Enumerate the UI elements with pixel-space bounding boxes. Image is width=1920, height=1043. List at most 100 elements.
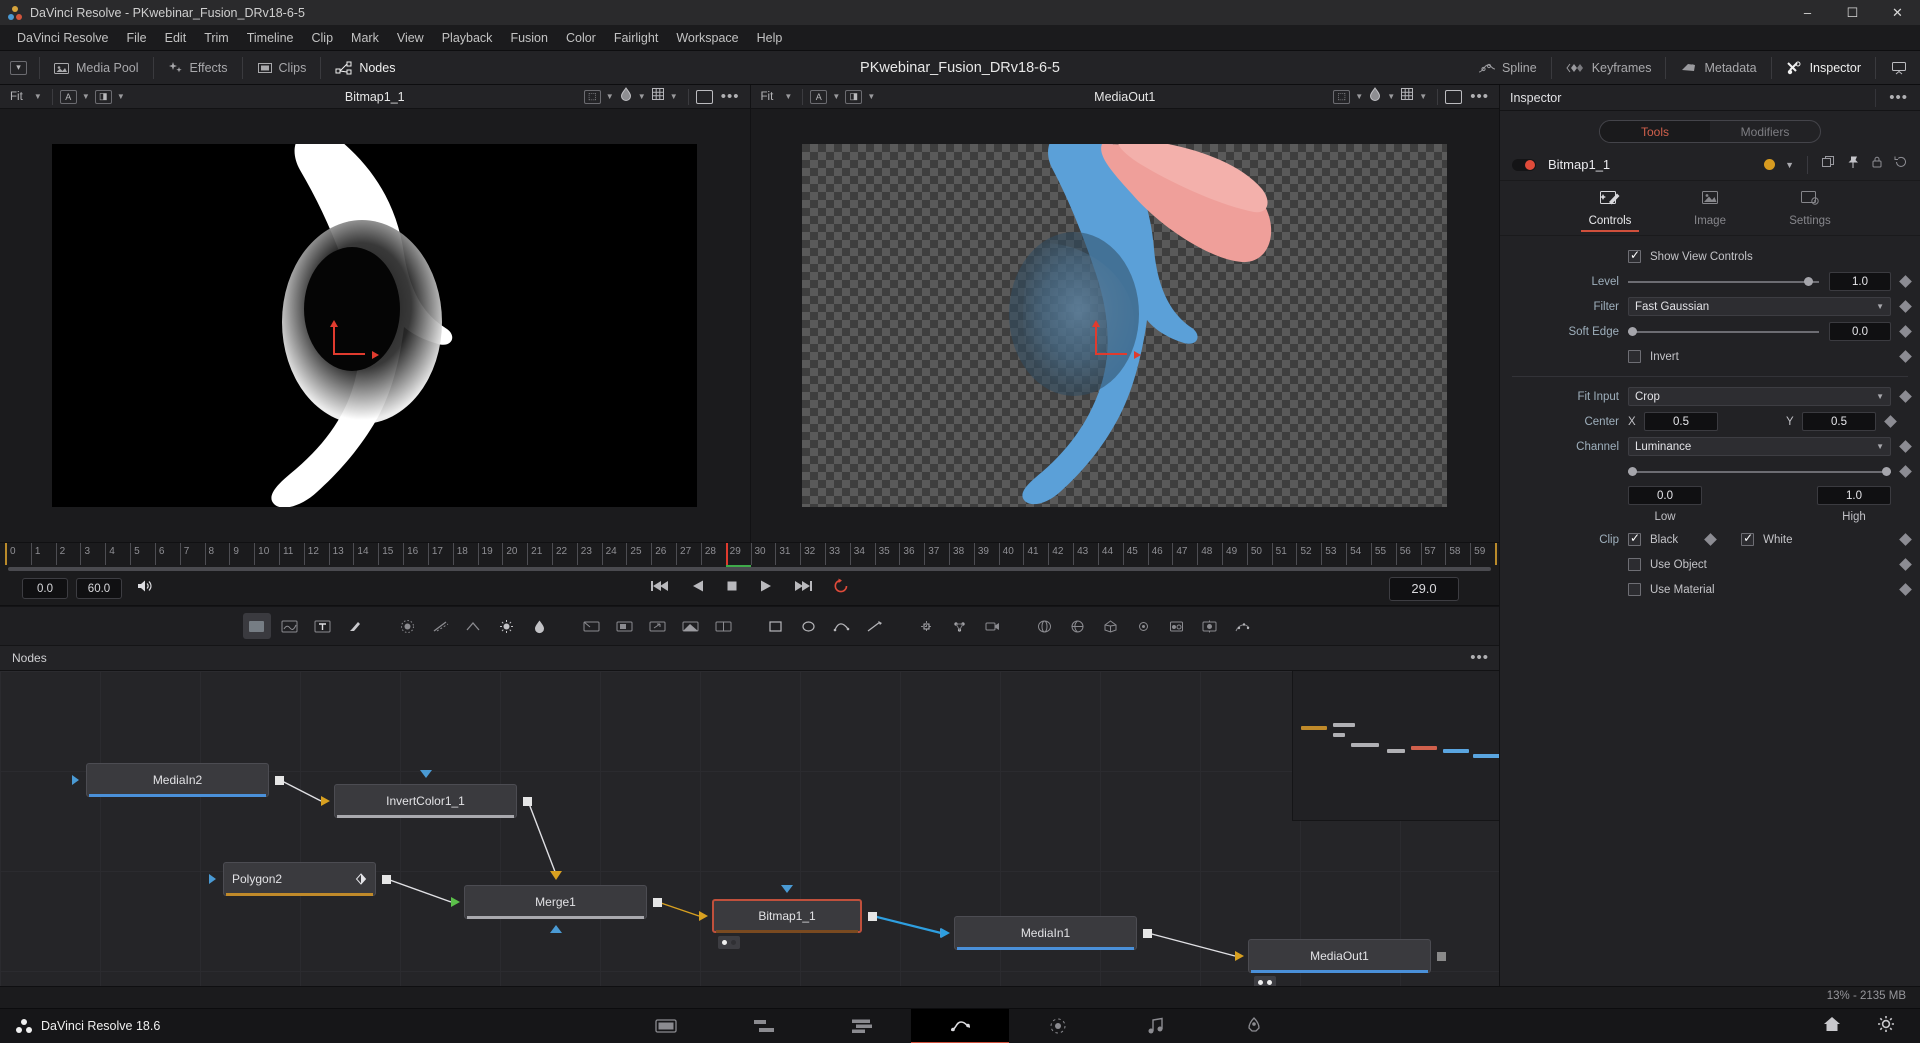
node-input-port[interactable] bbox=[209, 874, 216, 884]
tab-modifiers[interactable]: Modifiers bbox=[1710, 121, 1820, 142]
node-mask-input-port[interactable] bbox=[419, 770, 432, 778]
resize-tool-icon[interactable] bbox=[644, 613, 672, 639]
invert-keyframe-button[interactable] bbox=[1899, 350, 1912, 363]
range-low-value[interactable]: 0.0 bbox=[1628, 486, 1702, 505]
viewer-right-grid-icon[interactable] bbox=[1400, 87, 1414, 106]
ellipse-mask-tool-icon[interactable] bbox=[795, 613, 823, 639]
spline-button[interactable]: Spline bbox=[1466, 51, 1549, 84]
node-input-port[interactable] bbox=[72, 775, 79, 785]
use-material-keyframe-button[interactable] bbox=[1899, 583, 1912, 596]
chevron-down-icon[interactable]: ▼ bbox=[1785, 160, 1794, 170]
viewer-right-fullscreen-icon[interactable] bbox=[1445, 89, 1463, 104]
node-viewer-assign-badge[interactable] bbox=[718, 936, 740, 949]
range-keyframe-button[interactable] bbox=[1899, 465, 1912, 478]
paint-tool-icon[interactable] bbox=[342, 613, 370, 639]
nodes-button[interactable]: Nodes bbox=[323, 51, 407, 84]
menu-mark[interactable]: Mark bbox=[342, 28, 388, 48]
metadata-button[interactable]: Metadata bbox=[1668, 51, 1768, 84]
clip-white-checkbox[interactable] bbox=[1741, 531, 1755, 546]
node-output-port[interactable] bbox=[1143, 929, 1152, 938]
color-page-button[interactable] bbox=[1009, 1009, 1107, 1043]
jump-to-end-button[interactable] bbox=[792, 579, 814, 598]
fast-noise-tool-icon[interactable] bbox=[276, 613, 304, 639]
media-page-button[interactable] bbox=[617, 1009, 715, 1043]
node-invertcolor1_1[interactable]: InvertColor1_1 bbox=[334, 784, 517, 818]
lock-icon[interactable] bbox=[1870, 155, 1884, 174]
inspector-button[interactable]: Inspector bbox=[1774, 51, 1873, 84]
shape-3d-tool-icon[interactable] bbox=[1064, 613, 1092, 639]
soft-edge-slider[interactable] bbox=[1628, 325, 1819, 338]
show-view-controls-checkbox[interactable] bbox=[1628, 248, 1641, 263]
camera-tracker-tool-icon[interactable] bbox=[979, 613, 1007, 639]
center-keyframe-button[interactable] bbox=[1884, 415, 1897, 428]
reset-icon[interactable] bbox=[1894, 155, 1908, 174]
chevron-down-icon[interactable]: ▼ bbox=[635, 92, 649, 101]
viewer-left-canvas[interactable] bbox=[0, 109, 750, 542]
chevron-down-icon[interactable]: ▼ bbox=[781, 92, 795, 101]
jump-to-start-button[interactable] bbox=[650, 579, 672, 598]
node-graph-minimap[interactable] bbox=[1292, 671, 1499, 821]
viewer-left-lut-icon[interactable] bbox=[619, 87, 633, 106]
channel-dropdown[interactable]: Luminance ▼ bbox=[1628, 437, 1891, 456]
chevron-down-icon[interactable]: ▼ bbox=[829, 92, 843, 101]
tab-tools[interactable]: Tools bbox=[1600, 121, 1710, 142]
glow-tool-icon[interactable] bbox=[460, 613, 488, 639]
node-bitmap1_1[interactable]: Bitmap1_1 bbox=[712, 899, 862, 933]
menu-playback[interactable]: Playback bbox=[433, 28, 502, 48]
menu-view[interactable]: View bbox=[388, 28, 433, 48]
range-high-value[interactable]: 1.0 bbox=[1817, 486, 1891, 505]
channel-keyframe-button[interactable] bbox=[1899, 440, 1912, 453]
viewer-left-fullscreen-icon[interactable] bbox=[695, 89, 713, 104]
node-output-port[interactable] bbox=[653, 898, 662, 907]
center-y-value[interactable]: 0.5 bbox=[1802, 412, 1876, 431]
node-viewer-assign-badge[interactable] bbox=[1254, 976, 1276, 986]
viewer-right-lut-icon[interactable] bbox=[1368, 87, 1382, 106]
bspline-mask-tool-icon[interactable] bbox=[861, 613, 889, 639]
menu-trim[interactable]: Trim bbox=[195, 28, 238, 48]
viewer-right-zoom-label[interactable]: Fit bbox=[755, 91, 780, 103]
renderer-3d-tool-icon[interactable] bbox=[1196, 613, 1224, 639]
merge-tool-icon[interactable] bbox=[677, 613, 705, 639]
level-keyframe-button[interactable] bbox=[1899, 275, 1912, 288]
transform-tool-icon[interactable] bbox=[578, 613, 606, 639]
node-graph-canvas[interactable]: MediaIn2 InvertColor1_1 Polygon2 Merge1 Bitm… bbox=[0, 671, 1499, 986]
node-effect-mask-port[interactable] bbox=[549, 925, 562, 933]
image-plane-3d-tool-icon[interactable] bbox=[1031, 613, 1059, 639]
node-color-swatch[interactable] bbox=[1764, 159, 1776, 170]
chevron-down-icon[interactable]: ▼ bbox=[1416, 92, 1430, 101]
out-point-marker[interactable] bbox=[1495, 543, 1497, 565]
soft-edge-keyframe-button[interactable] bbox=[1899, 325, 1912, 338]
timeline-scrollbar[interactable] bbox=[8, 567, 1491, 571]
viewer-right-alpha-icon[interactable]: ◨ bbox=[845, 89, 863, 104]
node-output-port[interactable] bbox=[523, 797, 532, 806]
polygon-mask-paint-mode-icon[interactable] bbox=[355, 873, 367, 885]
soft-edge-value[interactable]: 0.0 bbox=[1829, 322, 1891, 341]
chevron-down-icon[interactable]: ▼ bbox=[864, 92, 878, 101]
node-output-port[interactable] bbox=[382, 875, 391, 884]
camera-3d-tool-icon[interactable] bbox=[1130, 613, 1158, 639]
effects-button[interactable]: Effects bbox=[156, 51, 240, 84]
node-polygon2[interactable]: Polygon2 bbox=[223, 862, 376, 896]
chevron-down-icon[interactable]: ▼ bbox=[1384, 92, 1398, 101]
menu-edit[interactable]: Edit bbox=[156, 28, 196, 48]
fit-input-keyframe-button[interactable] bbox=[1899, 390, 1912, 403]
color-corrector-tool-icon[interactable] bbox=[526, 613, 554, 639]
invert-checkbox[interactable] bbox=[1628, 350, 1641, 363]
viewer-right-roi-icon[interactable]: ⬚ bbox=[1333, 89, 1351, 104]
stop-button[interactable] bbox=[724, 579, 740, 598]
chevron-down-icon[interactable]: ▼ bbox=[79, 92, 93, 101]
inspector-options-button[interactable]: ••• bbox=[1889, 90, 1908, 105]
menu-fairlight[interactable]: Fairlight bbox=[605, 28, 667, 48]
node-mediain1[interactable]: MediaIn1 bbox=[954, 916, 1137, 950]
viewer-right-channel-badge[interactable]: A bbox=[810, 89, 828, 104]
crop-tool-icon[interactable] bbox=[611, 613, 639, 639]
speaker-icon[interactable] bbox=[136, 578, 154, 599]
use-object-keyframe-button[interactable] bbox=[1899, 558, 1912, 571]
clip-white-keyframe-button[interactable] bbox=[1899, 533, 1912, 546]
viewer-left-transform-widget[interactable] bbox=[330, 320, 380, 363]
fairlight-page-button[interactable] bbox=[1107, 1009, 1205, 1043]
menu-clip[interactable]: Clip bbox=[303, 28, 343, 48]
viewer-left-zoom-label[interactable]: Fit bbox=[4, 91, 29, 103]
duplicate-icon[interactable] bbox=[1821, 155, 1836, 174]
node-list-toggle[interactable]: ▾ bbox=[0, 51, 37, 84]
